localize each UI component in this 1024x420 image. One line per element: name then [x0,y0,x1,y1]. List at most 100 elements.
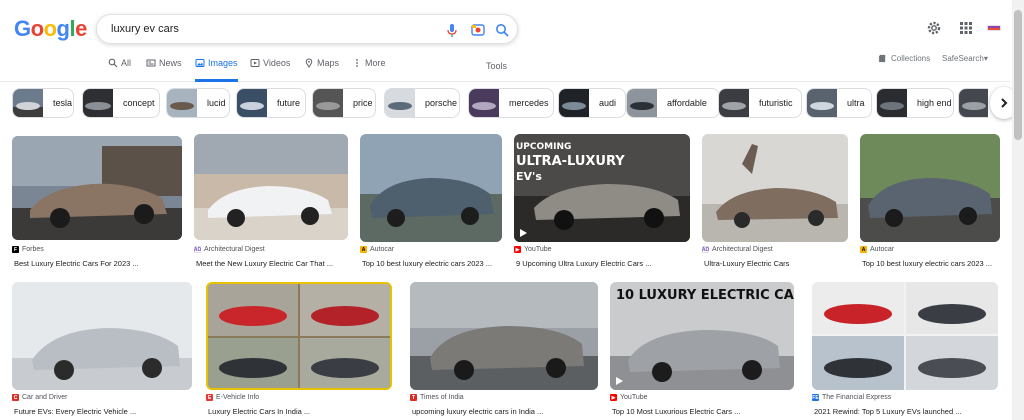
source-name: YouTube [620,394,648,401]
safesearch-dropdown[interactable]: SafeSearch▾ [942,54,988,63]
chip-thumbnail [13,89,43,117]
chip-label: high end [917,98,952,108]
image-result[interactable]: UPCOMING ULTRA-LUXURY EV's ▶ YouTube 9 U… [514,134,692,270]
result-title[interactable]: Meet the New Luxury Electric Car That ..… [196,259,350,268]
chip-more[interactable] [958,88,988,118]
chip-concept[interactable]: concept [82,88,160,118]
autocar-favicon-icon: A [860,246,867,253]
image-result[interactable]: A Autocar Top 10 best luxury electric ca… [860,134,1002,270]
chip-tesla[interactable]: tesla [12,88,74,118]
tab-maps[interactable]: Maps [304,58,339,82]
chip-affordable[interactable]: affordable [626,88,720,118]
header: Google luxury ev cars All News Images Vi… [0,0,1010,82]
chip-thumbnail [959,89,988,117]
chip-mercedes[interactable]: mercedes [468,88,554,118]
chip-future[interactable]: future [236,88,306,118]
chip-thumbnail [313,89,343,117]
search-icon[interactable] [493,21,511,39]
safesearch-label: SafeSearch [942,54,984,63]
chip-label: concept [123,98,155,108]
play-box-icon [250,59,260,67]
chip-label: lucid [207,98,226,108]
image-result[interactable]: C Car and Driver Future EVs: Every Elect… [12,282,194,418]
tab-videos[interactable]: Videos [250,58,290,82]
scrollbar-thumb[interactable] [1014,10,1022,140]
tab-all[interactable]: All [108,58,131,82]
chip-audi[interactable]: audi [558,88,626,118]
chip-price[interactable]: price [312,88,376,118]
chip-porsche[interactable]: porsche [384,88,460,118]
chip-label: audi [599,98,617,108]
search-box[interactable]: luxury ev cars [96,14,518,44]
car-image [410,282,598,390]
tools-button[interactable]: Tools [486,61,507,71]
result-source: E E-Vehicle Info [206,394,259,401]
chip-thumbnail [83,89,113,117]
source-name: Autocar [870,246,895,253]
result-thumbnail[interactable] [860,134,1000,242]
result-source: T Times of India [410,394,464,401]
image-result[interactable]: T Times of India upcoming luxury electri… [410,282,600,418]
image-result[interactable]: 10 LUXURY ELECTRIC CARS ▶ YouTube Top 10… [610,282,796,418]
chip-thumbnail [559,89,589,117]
tab-label: More [365,58,386,68]
result-title[interactable]: Luxury Electric Cars In India ... [208,407,394,416]
chip-futuristic[interactable]: futuristic [718,88,802,118]
image-result[interactable]: AD Architectural Digest Ultra-Luxury Ele… [702,134,850,270]
apps-grid-icon[interactable] [958,20,974,36]
result-title[interactable]: Best Luxury Electric Cars For 2023 ... [14,259,184,268]
play-icon [520,229,527,237]
source-name: YouTube [524,246,552,253]
thumbnail-overlay-text: 10 LUXURY ELECTRIC CARS [616,288,794,303]
related-searches-chips: tesla concept lucid future price porsche… [10,88,988,120]
result-title[interactable]: Top 10 Most Luxurious Electric Cars ... [612,407,796,416]
camera-lens-icon[interactable] [469,21,487,39]
result-thumbnail[interactable]: 10 LUXURY ELECTRIC CARS [610,282,794,390]
image-result[interactable]: A Autocar Top 10 best luxury electric ca… [360,134,504,270]
result-title[interactable]: 2021 Rewind: Top 5 Luxury EVs launched .… [814,407,1000,416]
chip-high-end[interactable]: high end [876,88,954,118]
result-title[interactable]: 9 Upcoming Ultra Luxury Electric Cars ..… [516,259,692,268]
ad-favicon-icon: AD [193,246,202,253]
image-icon [195,59,205,67]
microphone-icon[interactable] [443,21,461,39]
car-image [702,134,848,242]
chip-thumbnail [237,89,267,117]
gear-icon[interactable] [926,20,942,36]
tab-images[interactable]: Images [195,58,238,82]
chip-label: future [277,98,301,108]
chip-lucid[interactable]: lucid [166,88,230,118]
source-name: The Financial Express [822,394,892,401]
page-scrollbar[interactable] [1012,0,1024,420]
tab-more[interactable]: More [352,58,386,82]
result-thumbnail[interactable] [12,282,192,390]
image-result[interactable]: AD Architectural Digest Meet the New Lux… [194,134,350,270]
result-thumbnail[interactable] [360,134,502,242]
result-thumbnail[interactable]: UPCOMING ULTRA-LUXURY EV's [514,134,690,242]
result-thumbnail[interactable] [194,134,348,240]
image-result[interactable]: E E-Vehicle Info Luxury Electric Cars In… [206,282,394,418]
image-result[interactable]: FE The Financial Express 2021 Rewind: To… [812,282,1000,418]
result-thumbnail[interactable] [702,134,848,242]
result-title[interactable]: Ultra-Luxury Electric Cars [704,259,850,268]
chip-ultra[interactable]: ultra [806,88,872,118]
source-name: Autocar [370,246,395,253]
tab-news[interactable]: News [146,58,182,82]
google-logo[interactable]: Google [14,16,87,42]
search-input[interactable]: luxury ev cars [111,23,179,35]
thumbnail-overlay-text: UPCOMING [516,142,572,152]
collections-button[interactable]: Collections [878,54,930,63]
chip-label: tesla [53,98,73,108]
account-avatar-icon[interactable] [986,20,1002,36]
result-title[interactable]: Future EVs: Every Electric Vehicle ... [14,407,194,416]
result-title[interactable]: upcoming luxury electric cars in India .… [412,407,600,416]
image-result[interactable]: F Forbes Best Luxury Electric Cars For 2… [12,136,184,270]
result-thumbnail[interactable] [410,282,598,390]
result-title[interactable]: Top 10 best luxury electric cars 2023 ..… [362,259,506,268]
result-thumbnail[interactable] [12,136,182,240]
youtube-favicon-icon: ▶ [514,246,521,253]
result-thumbnail[interactable] [812,282,998,390]
result-title[interactable]: Top 10 best luxury electric cars 2023 ..… [862,259,998,268]
result-thumbnail[interactable] [206,282,392,390]
thumbnail-overlay-text: EV's [516,170,542,183]
